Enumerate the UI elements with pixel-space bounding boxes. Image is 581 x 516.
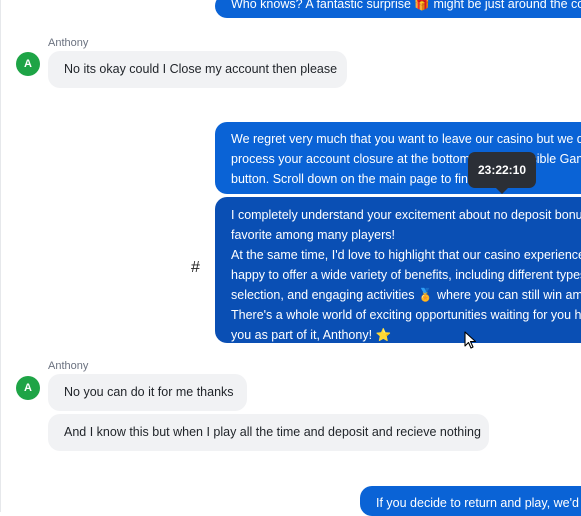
mouse-cursor-icon: [464, 331, 477, 349]
avatar: A: [16, 52, 40, 76]
message-text: And I know this but when I play all the …: [64, 425, 481, 439]
message-line: you as part of it, Anthony! ⭐: [231, 328, 392, 342]
message-line: I completely understand your excitement …: [231, 208, 581, 222]
chat-left-border: [0, 0, 1, 512]
tooltip-time: 23:22:10: [477, 163, 527, 177]
avatar: A: [16, 376, 40, 400]
message-text: No you can do it for me thanks: [64, 385, 234, 399]
user-message[interactable]: And I know this but when I play all the …: [48, 414, 489, 451]
message-text: If you decide to return and play, we'd: [376, 496, 579, 510]
message-line: There's a whole world of exciting opport…: [231, 308, 581, 322]
sender-name: Anthony: [48, 37, 89, 49]
user-message[interactable]: No its okay could I Close my account the…: [48, 51, 347, 88]
message-text: Who knows? A fantastic surprise 🎁 might …: [231, 0, 581, 11]
timestamp-tooltip: 23:22:10: [468, 152, 536, 194]
user-message[interactable]: No you can do it for me thanks: [48, 374, 247, 411]
hash-icon[interactable]: #: [191, 259, 200, 277]
sender-name: Anthony: [48, 360, 89, 372]
agent-message-top[interactable]: Who knows? A fantastic surprise 🎁 might …: [215, 0, 581, 18]
agent-message-hovered[interactable]: I completely understand your excitement …: [215, 197, 581, 343]
message-line: We regret very much that you want to lea…: [231, 132, 581, 146]
message-text: No its okay could I Close my account the…: [64, 62, 338, 76]
message-line: favorite among many players!: [231, 228, 395, 242]
message-line: At the same time, I'd love to highlight …: [231, 248, 581, 262]
message-line: happy to offer a wide variety of benefit…: [231, 268, 581, 282]
message-line: selection, and engaging activities 🏅 whe…: [231, 288, 581, 302]
